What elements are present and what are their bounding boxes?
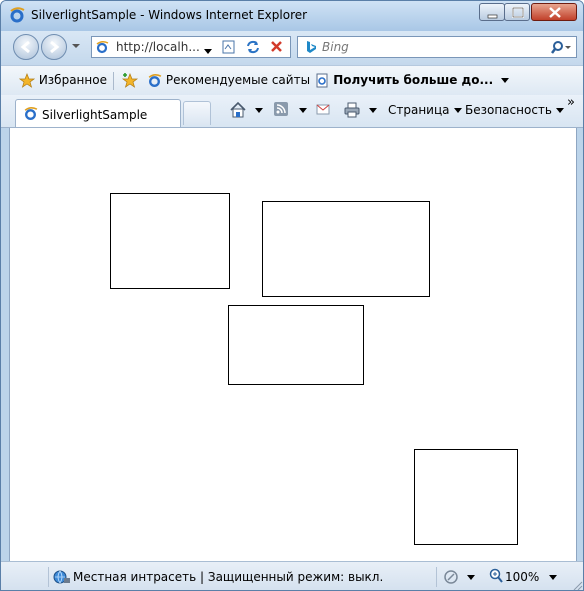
- intranet-zone-icon[interactable]: [53, 569, 71, 585]
- navigation-bar: http://localh... Bing: [1, 31, 583, 65]
- home-icon[interactable]: [229, 101, 247, 119]
- page-menu-label: Страница: [388, 103, 450, 117]
- command-bar-overflow-button[interactable]: »: [567, 95, 575, 110]
- protected-mode-dropdown-icon[interactable]: [463, 570, 475, 584]
- rectangle-4[interactable]: [414, 449, 518, 545]
- address-input[interactable]: http://localh...: [116, 40, 200, 54]
- stop-icon[interactable]: [268, 39, 286, 55]
- favorites-button[interactable]: Избранное: [18, 73, 107, 88]
- compatibility-view-icon[interactable]: [220, 39, 238, 55]
- safety-menu-label: Безопасность: [465, 103, 552, 117]
- protected-mode-icon[interactable]: [443, 569, 459, 585]
- window-title: SilverlightSample - Windows Internet Exp…: [31, 8, 308, 22]
- read-mail-icon[interactable]: [315, 101, 331, 117]
- get-more-addons-button[interactable]: Получить больше до...: [315, 73, 510, 88]
- tab-row: SilverlightSample Страница Безопасность …: [1, 95, 583, 128]
- ie-window: SilverlightSample - Windows Internet Exp…: [0, 0, 584, 591]
- rectangle-2[interactable]: [262, 201, 430, 297]
- favorites-star-icon: [18, 73, 36, 88]
- favorites-bar: Избранное Рекомендуемые сайты Получить б…: [1, 65, 583, 96]
- get-more-addons-dropdown-icon: [501, 78, 510, 83]
- addon-page-icon: [316, 73, 328, 88]
- safety-menu-dropdown-icon: [555, 108, 564, 113]
- search-bar[interactable]: Bing: [297, 36, 577, 58]
- tab-label: SilverlightSample: [42, 108, 148, 122]
- home-dropdown-icon[interactable]: [251, 103, 263, 117]
- page-icon: [96, 40, 109, 54]
- forward-arrow-icon: [50, 40, 60, 54]
- page-menu-button[interactable]: Страница: [388, 103, 462, 117]
- zoom-icon[interactable]: [489, 568, 503, 584]
- status-spacer-cell: [345, 567, 437, 587]
- back-button[interactable]: [13, 34, 39, 60]
- suggested-sites-button[interactable]: Рекомендуемые сайты: [147, 73, 326, 88]
- forward-button[interactable]: [41, 34, 67, 60]
- close-button[interactable]: [531, 3, 577, 21]
- get-more-addons-label: Получить больше до...: [333, 73, 494, 87]
- feeds-icon[interactable]: [273, 101, 289, 117]
- feeds-dropdown-icon[interactable]: [295, 103, 307, 117]
- address-bar[interactable]: http://localh...: [91, 36, 291, 58]
- security-zone-text[interactable]: Местная интрасеть | Защищенный режим: вы…: [73, 570, 383, 584]
- ie-logo-icon: [10, 7, 25, 23]
- new-tab-button[interactable]: [183, 101, 211, 125]
- status-bar: Местная интрасеть | Защищенный режим: вы…: [1, 561, 583, 591]
- rectangle-3[interactable]: [228, 305, 364, 385]
- add-to-favorites-icon[interactable]: [121, 73, 139, 89]
- zoom-dropdown-icon[interactable]: [545, 570, 557, 584]
- silverlight-content-area[interactable]: [9, 128, 577, 561]
- favorites-separator: [113, 72, 114, 90]
- tab-silverlight-sample[interactable]: SilverlightSample: [15, 99, 181, 127]
- tab-page-icon: [24, 107, 38, 121]
- ie-page-icon: [148, 74, 162, 88]
- close-icon: [549, 7, 561, 18]
- address-dropdown-icon[interactable]: [200, 44, 212, 58]
- title-bar: SilverlightSample - Windows Internet Exp…: [1, 1, 583, 31]
- print-dropdown-icon[interactable]: [365, 103, 377, 117]
- maximize-button[interactable]: [504, 3, 530, 21]
- status-progress-cell: [1, 567, 49, 587]
- zoom-level[interactable]: 100%: [505, 570, 539, 584]
- page-menu-dropdown-icon: [453, 108, 462, 113]
- back-arrow-icon: [20, 40, 30, 54]
- bing-icon: [307, 41, 316, 53]
- suggested-sites-label: Рекомендуемые сайты: [165, 73, 311, 87]
- refresh-icon[interactable]: [244, 39, 262, 55]
- resize-grip-icon[interactable]: [571, 579, 583, 591]
- rectangle-1[interactable]: [110, 193, 230, 289]
- recent-pages-dropdown-icon[interactable]: [71, 41, 81, 51]
- print-icon[interactable]: [343, 101, 361, 119]
- safety-menu-button[interactable]: Безопасность: [465, 103, 564, 117]
- minimize-icon: [487, 14, 498, 19]
- search-input[interactable]: Bing: [322, 40, 349, 54]
- maximize-icon: [512, 7, 524, 18]
- minimize-button[interactable]: [479, 3, 505, 21]
- search-icon[interactable]: [550, 40, 572, 56]
- favorites-label: Избранное: [38, 73, 107, 87]
